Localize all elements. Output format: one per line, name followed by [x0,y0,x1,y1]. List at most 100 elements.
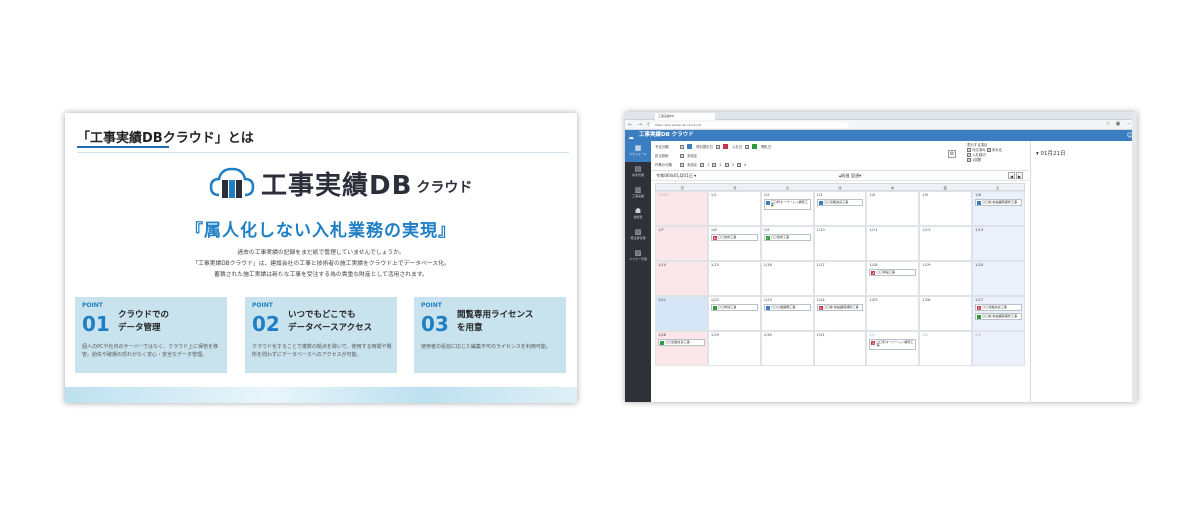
checkbox[interactable] [736,162,741,167]
calendar-day-cell[interactable]: 1/1 [707,191,761,226]
selected-date-label[interactable]: ▾ 01月21日 [1036,149,1066,157]
checkbox[interactable] [967,158,971,162]
calendar-day-cell[interactable]: 1/18 入〇〇架設工事 [866,261,920,296]
calendar-event[interactable]: 〇〇公園整備工事 [763,304,811,311]
heading-accent-line [77,146,169,148]
checkbox[interactable] [680,144,684,149]
sidebar-item[interactable]: ▥ 工事実績 [625,183,651,204]
calendar-date-select[interactable]: 令和06年01月01日 ▾ [656,173,696,179]
calendar-day-cell[interactable]: 1/31 [813,331,867,366]
calendar-day-cell[interactable]: 1/24 入〇〇線 新設舗装補修工事 [813,296,867,331]
calendar-nav-buttons: ◀ ▶ [1008,172,1023,179]
calendar-event[interactable]: 入〇〇町オーバーレイ補修工事 [869,339,917,350]
calendar-event[interactable]: 〇〇道路改良工事 [816,199,864,206]
event-type-icon [818,200,823,205]
event-type-icon [977,314,982,319]
calendar-day-cell[interactable]: 1/5 [919,191,973,226]
product-logo: 工事実績DB クラウド [209,163,472,203]
calendar-event[interactable]: 〇〇道路改良工事 [658,339,705,346]
calendar-day-cell[interactable]: 1/27 入〇〇道路改良工事 〇〇線 新設舗装補修工事 [972,296,1026,331]
calendar-day-cell[interactable]: 1/29 [707,331,761,366]
calendar-event[interactable]: 入〇〇架設工事 [869,269,917,276]
calendar-week-nav[interactable]: ▴前週 翌週▾ [839,173,861,179]
checkbox[interactable] [700,162,705,167]
calendar-day-cell[interactable]: 1/17 [813,261,867,296]
checkbox[interactable] [680,153,684,158]
checkbox[interactable] [986,148,991,152]
calendar-day-cell[interactable]: 1/21 [655,296,708,331]
calendar-day-cell[interactable]: 1/23 〇〇公園整備工事 [760,296,814,331]
calendar-day-cell[interactable]: 2/3 [972,331,1026,366]
checkbox[interactable] [680,162,684,167]
calendar-event[interactable]: ✓ 〇〇改修工事 [763,234,811,241]
calendar-event[interactable]: 入〇〇道路改良工事 [975,304,1023,311]
event-title: 〇〇改修工事 [770,234,790,239]
sidebar-item[interactable]: ☗ 技術者 [625,204,651,225]
checkbox[interactable] [715,144,720,149]
calendar-day-cell[interactable]: 2/1 入〇〇町オーバーレイ補修工事 [866,331,920,366]
sidebar-item[interactable]: ▦ スケジュール [625,141,651,162]
calendar-event[interactable]: 入〇〇線 新設舗装補修工事 [816,304,864,311]
calendar-day-cell[interactable]: 1/19 [919,261,973,296]
calendar-day-cell[interactable]: 1/25 [866,296,920,331]
catchphrase: 『属人化しない入札業務の実現』 [186,221,456,241]
calendar-day-cell[interactable]: 1/15 [707,261,761,296]
event-title: 〇〇線 新設舗装補修工事 [982,313,1018,318]
point-card-3: POINT 03 閲覧専用ライセンス を用意 使用者の役割に応じた編集不可のライ… [414,297,566,373]
calendar-day-cell[interactable]: 1/20 [972,261,1026,296]
calendar-day-cell[interactable]: 1/9 ✓ 〇〇改修工事 [760,226,814,261]
calendar-event[interactable]: 〇〇線 新設舗装補修工事 [975,199,1023,206]
calendar-event[interactable]: 入〇〇改修工事 [710,234,758,241]
calendar-event[interactable]: 〇〇修繕工事 [710,304,758,311]
calendar-day-cell[interactable]: 1/2 〇〇町オーバーレイ補修工事 [760,191,814,226]
display-item: 対応済み [972,148,986,152]
filter-row-3: 作業の分類 未設定 1 2 3 4 [655,162,746,167]
calendar-day-cell[interactable]: 1/16 [760,261,814,296]
calendar-day-cell[interactable]: 1/4 [866,191,920,226]
checkbox[interactable] [712,162,717,167]
weekday-label: 日 [680,186,685,190]
sidebar-item-label: スケジュール [629,152,647,156]
checkbox[interactable] [745,144,750,149]
calendar-day-cell[interactable]: 1/3 〇〇道路改良工事 [813,191,867,226]
filter-row-2: 担当技術 未設定 [655,153,697,158]
calendar-event[interactable]: 〇〇町オーバーレイ補修工事 [763,199,811,210]
color-legend-icon [752,144,758,149]
main-area: 予定分類 資料提出日 入札日 開札日 担当技術 未設定 作業の分類 未設定 1 [651,141,1029,402]
event-type-icon: 入 [712,235,717,240]
settings-gear-icon[interactable]: ⚙ [948,150,956,158]
day-number: 2/3 [975,333,981,337]
calendar-day-cell[interactable]: 1/26 [919,296,973,331]
sidebar-item[interactable]: ▤ 案件管理 [625,162,651,183]
weekday-label: 月 [733,186,737,190]
calendar-day-cell[interactable]: 1/30 [760,331,814,366]
calendar-day-cell[interactable]: 1/8 入〇〇改修工事 [707,226,761,261]
calendar-day-cell[interactable]: 1/22 〇〇修繕工事 [707,296,761,331]
calendar-day-cell[interactable]: 12/31 [655,191,708,226]
calendar-day-cell[interactable]: 2/2 [919,331,973,366]
browser-toolbar-icons[interactable]: ☆ ▣ ⋯ [1106,121,1133,127]
filter-label: 予定分類 [655,145,669,149]
sidebar-item[interactable]: ▨ マスター管理 [625,246,651,267]
calendar-day-cell[interactable]: 1/10 [813,226,867,261]
calendar-day-cell[interactable]: 1/12 [919,226,973,261]
slide-heading: 「工事実績DBクラウド」とは [77,121,569,153]
calendar-day-cell[interactable]: 1/14 [655,261,708,296]
calendar-day-cell[interactable]: 1/13 [972,226,1026,261]
desc-line: 過去の工事実績の記録をまだ紙で管理していませんでしょうか。 [237,250,405,256]
checkbox[interactable] [967,148,971,152]
calendar-day-cell[interactable]: 1/11 [866,226,920,261]
checkbox[interactable] [967,153,971,157]
calendar-day-cell[interactable]: 1/6 〇〇線 新設舗装補修工事 [972,191,1026,226]
event-type-icon [977,200,982,205]
prev-arrow-icon[interactable]: ◀ [1008,172,1015,179]
calendar-day-cell[interactable]: 1/28 〇〇道路改良工事 [655,331,708,366]
checkbox[interactable] [724,162,729,167]
app-title: 工事実績DB クラウド [639,132,694,138]
next-arrow-icon[interactable]: ▶ [1016,172,1023,179]
sidebar-item[interactable]: ▧ 発注者管理 [625,225,651,246]
calendar-event[interactable]: 〇〇線 新設舗装補修工事 [975,313,1023,320]
calendar-day-cell[interactable]: 1/7 [655,226,708,261]
url-field[interactable]: https://koji.jisseki-db-cloud.net [649,122,849,128]
browser-tab[interactable]: 工事実績DB [655,113,715,120]
